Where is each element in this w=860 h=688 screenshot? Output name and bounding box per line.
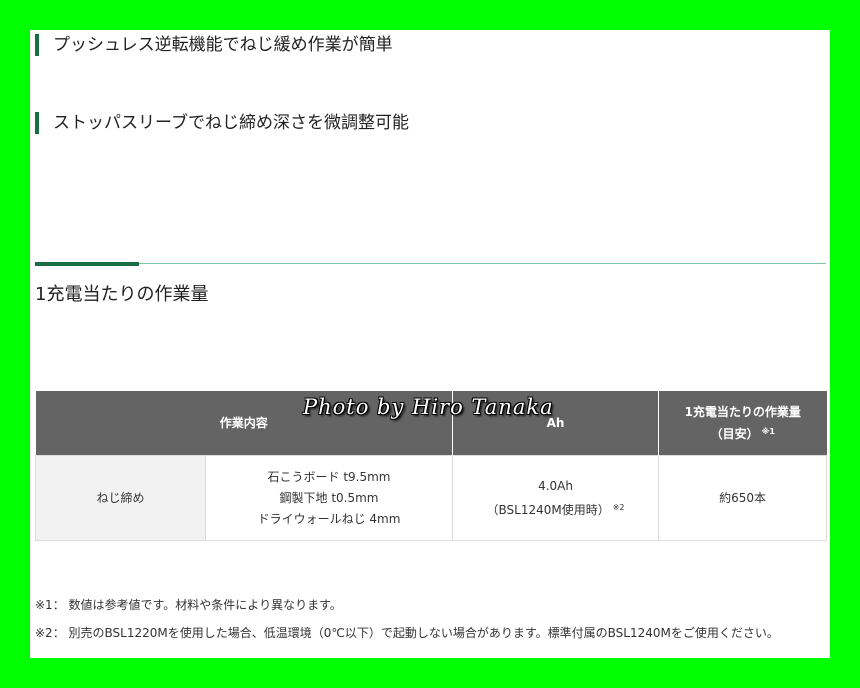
ah-note: （BSL1240M使用時） [486, 502, 610, 517]
ah-value: 4.0Ah [538, 478, 573, 493]
header-amount: 1充電当たりの作業量 （目安） ※1 [658, 391, 827, 456]
material-line: 石こうボード t9.5mm [267, 469, 391, 484]
amount-cell: 約650本 [658, 455, 828, 541]
header-amount-sub: （目安） [710, 427, 759, 441]
section-divider-accent [35, 262, 139, 266]
footnote: ※2： 別売のBSL1220Mを使用した場合、低温環境（0℃以下）で起動しない場… [35, 626, 779, 640]
page: プッシュレス逆転機能でねじ緩め作業が簡単 ストッパスリーブでねじ締め深さを微調整… [30, 30, 830, 658]
feature-heading: ストッパスリーブでねじ締め深さを微調整可能 [35, 112, 409, 134]
header-amount-label: 1充電当たりの作業量 [684, 405, 801, 419]
feature-heading: プッシュレス逆転機能でねじ緩め作業が簡単 [35, 34, 393, 56]
material-cell: 石こうボード t9.5mm 鋼製下地 t0.5mm ドライウォールねじ 4mm [204, 455, 454, 541]
row-label: ねじ締め [35, 455, 206, 541]
footnote: ※1： 数値は参考値です。材料や条件により異なります。 [35, 598, 342, 612]
footnote-mark: ※2 [612, 502, 625, 512]
footnote-mark: ※1 [761, 427, 775, 436]
ah-cell: 4.0Ah （BSL1240M使用時） ※2 [452, 455, 660, 541]
watermark: Photo by Hiro Tanaka [303, 395, 554, 419]
section-title: 1充電当たりの作業量 [35, 284, 209, 305]
table-row: ねじ締め 石こうボード t9.5mm 鋼製下地 t0.5mm ドライウォールねじ… [35, 455, 828, 541]
material-line: 鋼製下地 t0.5mm [279, 490, 379, 505]
material-line: ドライウォールねじ 4mm [257, 511, 401, 526]
section-divider [35, 263, 826, 264]
